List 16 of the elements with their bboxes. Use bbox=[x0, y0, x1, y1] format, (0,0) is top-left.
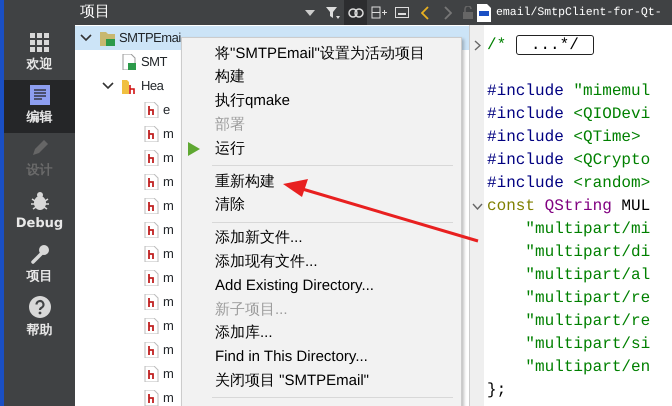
code-line: #include <QCrypto bbox=[487, 150, 650, 171]
panel-title: 项目 bbox=[79, 2, 111, 22]
code-line: const QString MUL bbox=[487, 196, 650, 217]
code-line: "multipart/mi bbox=[524, 219, 650, 240]
code-line: }; bbox=[487, 380, 506, 401]
code-line: "multipart/si bbox=[524, 334, 650, 355]
code-line: #include <QTime> bbox=[487, 127, 641, 148]
code-line: #include "mimemul bbox=[487, 81, 650, 102]
code-line: "multipart/en bbox=[524, 357, 650, 378]
code-line: "multipart/di bbox=[524, 242, 650, 263]
code-line: "multipart/re bbox=[524, 311, 650, 332]
code-line: "multipart/al bbox=[524, 265, 650, 286]
code-line: /* ...*/ bbox=[487, 34, 594, 57]
code-line: "multipart/re bbox=[524, 288, 650, 309]
code-line: #include <random> bbox=[487, 173, 650, 194]
code-line: #include <QIODevi bbox=[487, 104, 650, 125]
